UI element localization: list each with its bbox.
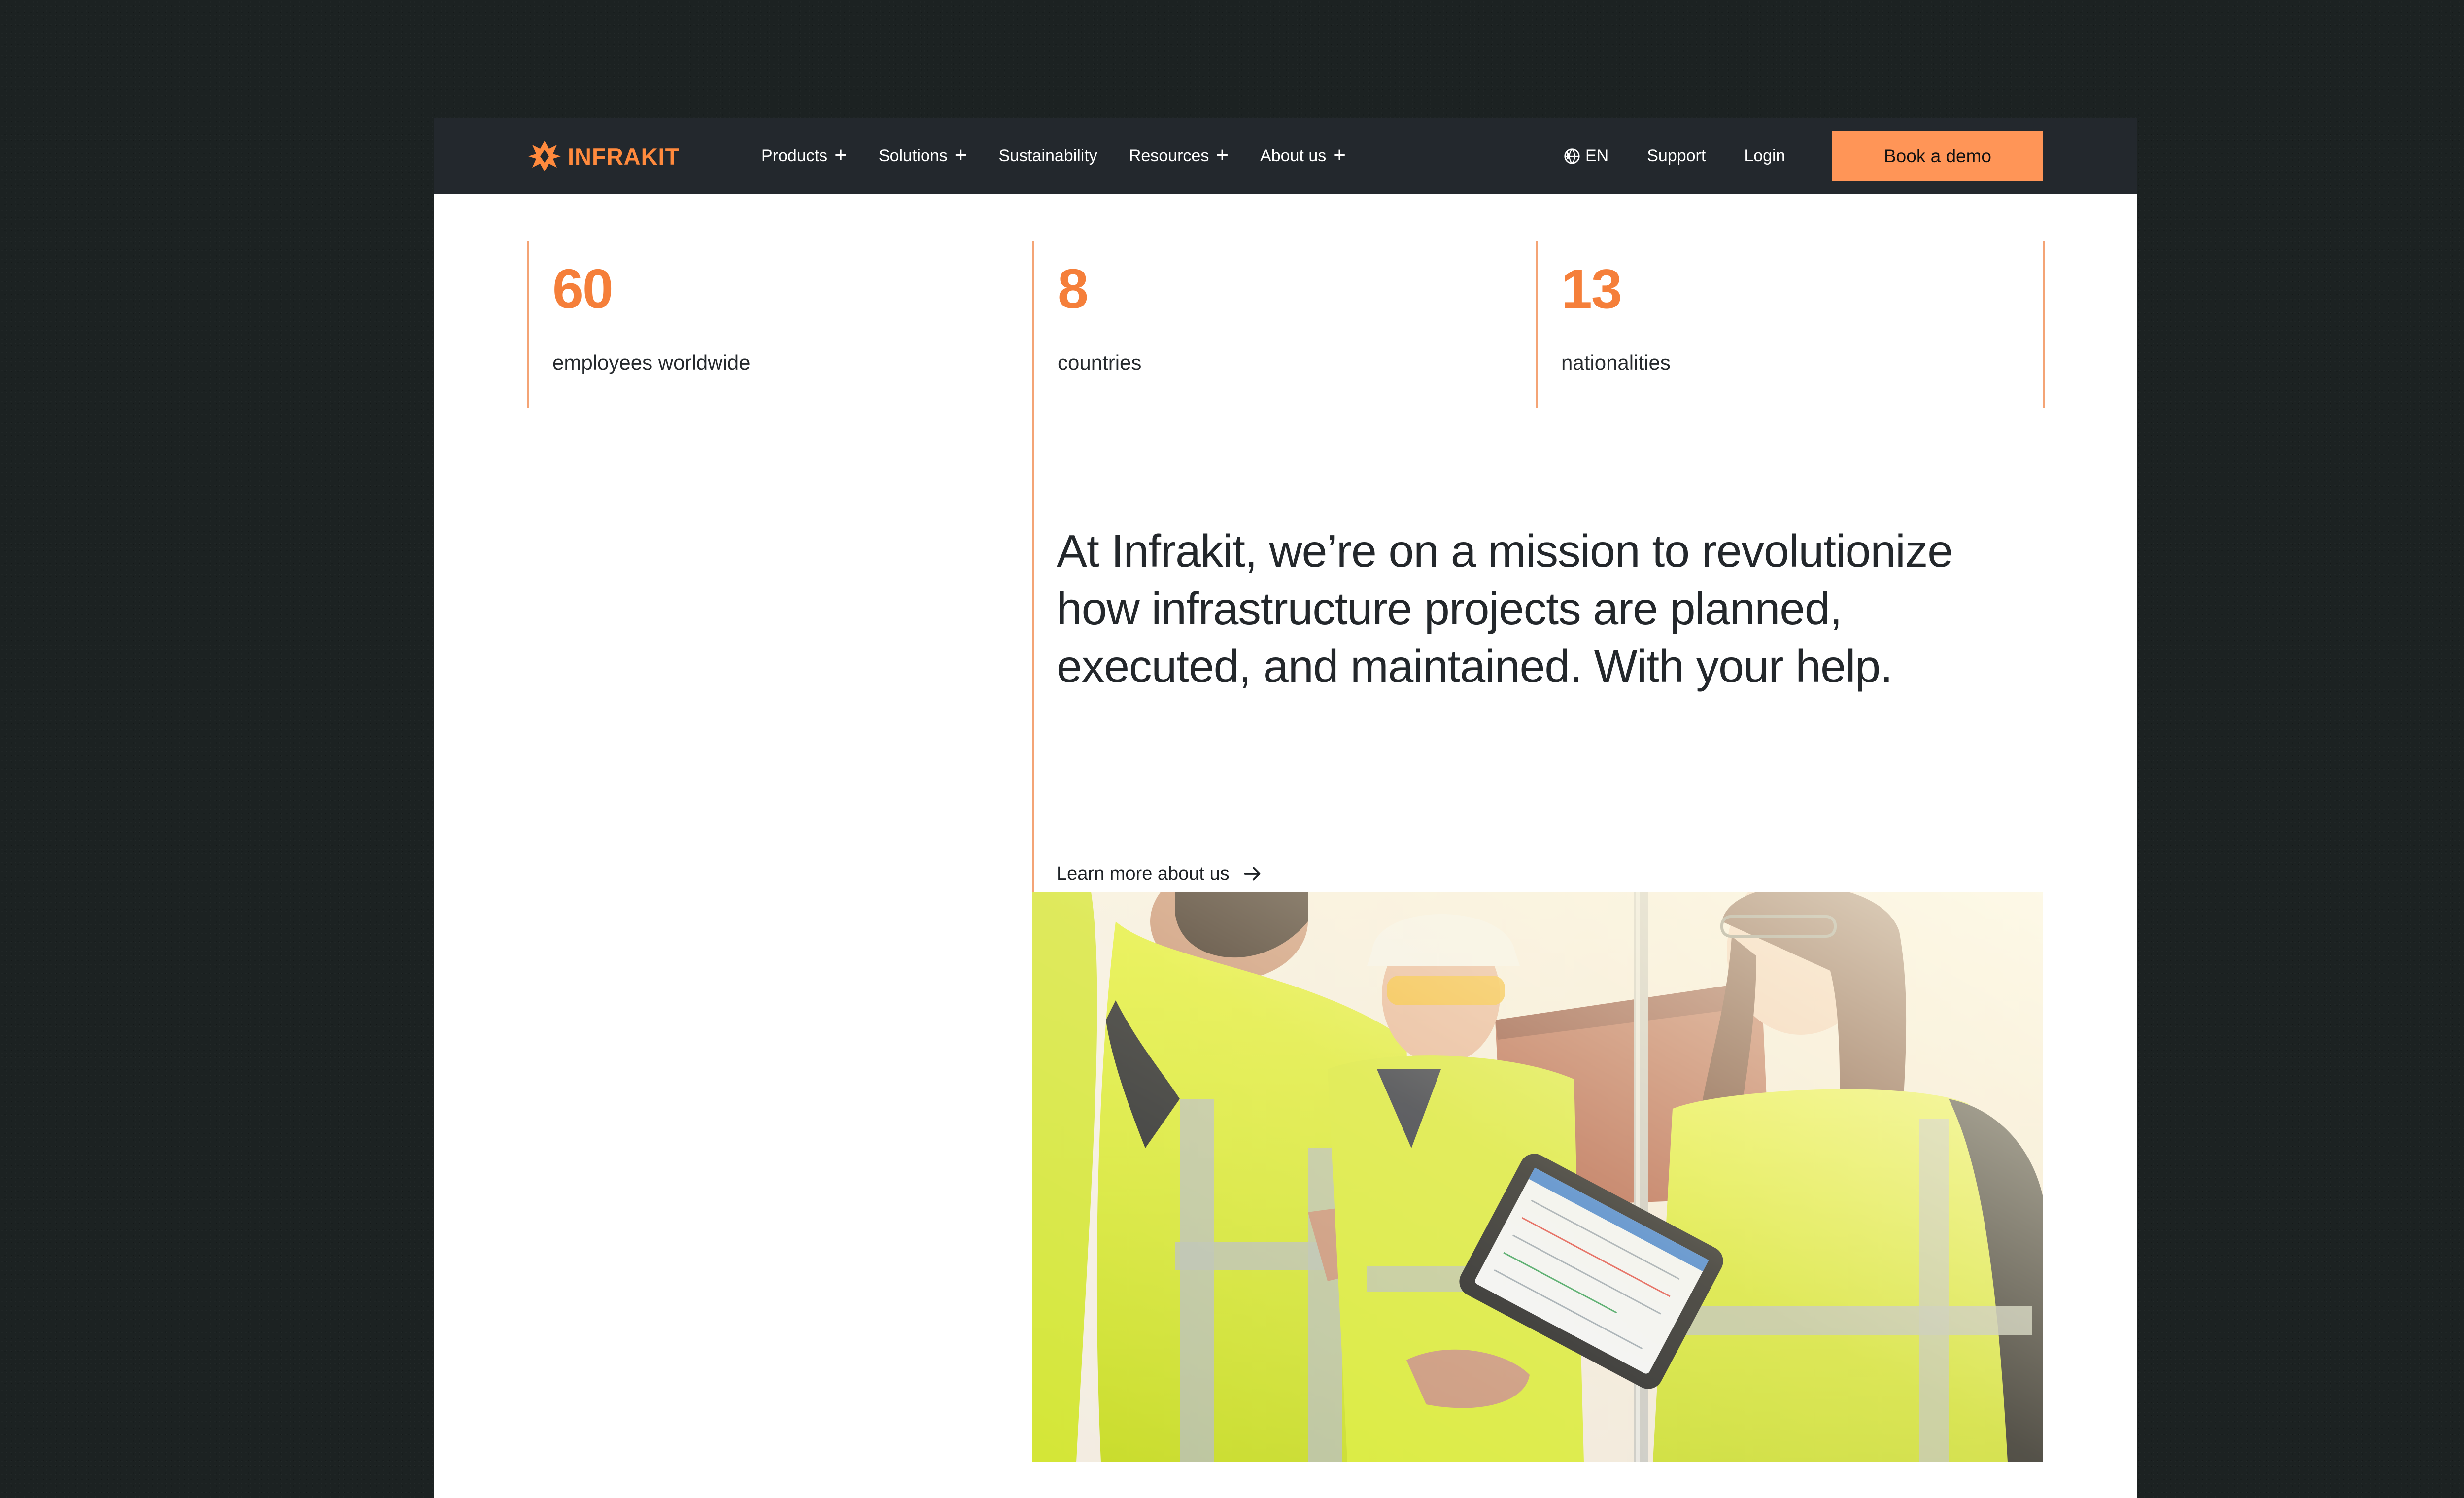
stat-number: 8 bbox=[1058, 258, 1089, 320]
stat-label: nationalities bbox=[1561, 351, 1671, 374]
login-link[interactable]: Login bbox=[1744, 146, 1785, 166]
language-label: EN bbox=[1585, 146, 1609, 165]
stat-number: 60 bbox=[552, 258, 614, 320]
logo-text: INFRAKIT bbox=[568, 143, 680, 170]
nav-item-resources[interactable]: Resources + bbox=[1129, 142, 1229, 167]
plus-icon: + bbox=[834, 142, 847, 167]
language-selector[interactable]: EN bbox=[1564, 146, 1608, 166]
main-navigation: Products + Solutions + Sustainability Re… bbox=[761, 118, 1377, 194]
nav-item-label: Solutions bbox=[878, 146, 948, 165]
book-demo-button[interactable]: Book a demo bbox=[1832, 131, 2043, 181]
nav-item-products[interactable]: Products + bbox=[761, 142, 847, 167]
nav-item-label: Products bbox=[761, 146, 828, 165]
stat-number: 13 bbox=[1561, 258, 1622, 320]
site-header: INFRAKIT Products + Solutions + Sustaina… bbox=[434, 118, 2137, 194]
infrakit-logo-icon bbox=[528, 141, 561, 171]
learn-more-label: Learn more about us bbox=[1057, 863, 1230, 884]
browser-page: INFRAKIT Products + Solutions + Sustaina… bbox=[434, 118, 2137, 1498]
workers-photo-illustration bbox=[1032, 892, 2043, 1462]
nav-item-label: Resources bbox=[1129, 146, 1209, 165]
stat-countries: 8 countries bbox=[1032, 241, 1537, 408]
header-utilities: EN Support Login bbox=[1564, 118, 1824, 194]
nav-item-label: Sustainability bbox=[998, 146, 1097, 165]
arrow-right-icon bbox=[1244, 867, 1261, 881]
stat-nationalities: 13 nationalities bbox=[1536, 241, 2045, 408]
stat-employees: 60 employees worldwide bbox=[527, 241, 1033, 408]
mission-statement: At Infrakit, we’re on a mission to revol… bbox=[1057, 525, 1953, 692]
stat-label: countries bbox=[1058, 351, 1142, 374]
support-link[interactable]: Support bbox=[1647, 146, 1706, 166]
plus-icon: + bbox=[1333, 142, 1346, 167]
nav-item-label: About us bbox=[1260, 146, 1327, 165]
learn-more-link[interactable]: Learn more about us bbox=[1057, 862, 1264, 885]
nav-item-about-us[interactable]: About us + bbox=[1260, 142, 1346, 167]
stat-label: employees worldwide bbox=[552, 351, 751, 374]
logo[interactable]: INFRAKIT bbox=[527, 139, 680, 173]
globe-icon bbox=[1564, 148, 1580, 164]
nav-item-sustainability[interactable]: Sustainability bbox=[998, 146, 1097, 166]
team-photo bbox=[1032, 892, 2043, 1462]
plus-icon: + bbox=[954, 142, 967, 167]
plus-icon: + bbox=[1216, 142, 1229, 167]
nav-item-solutions[interactable]: Solutions + bbox=[878, 142, 967, 167]
